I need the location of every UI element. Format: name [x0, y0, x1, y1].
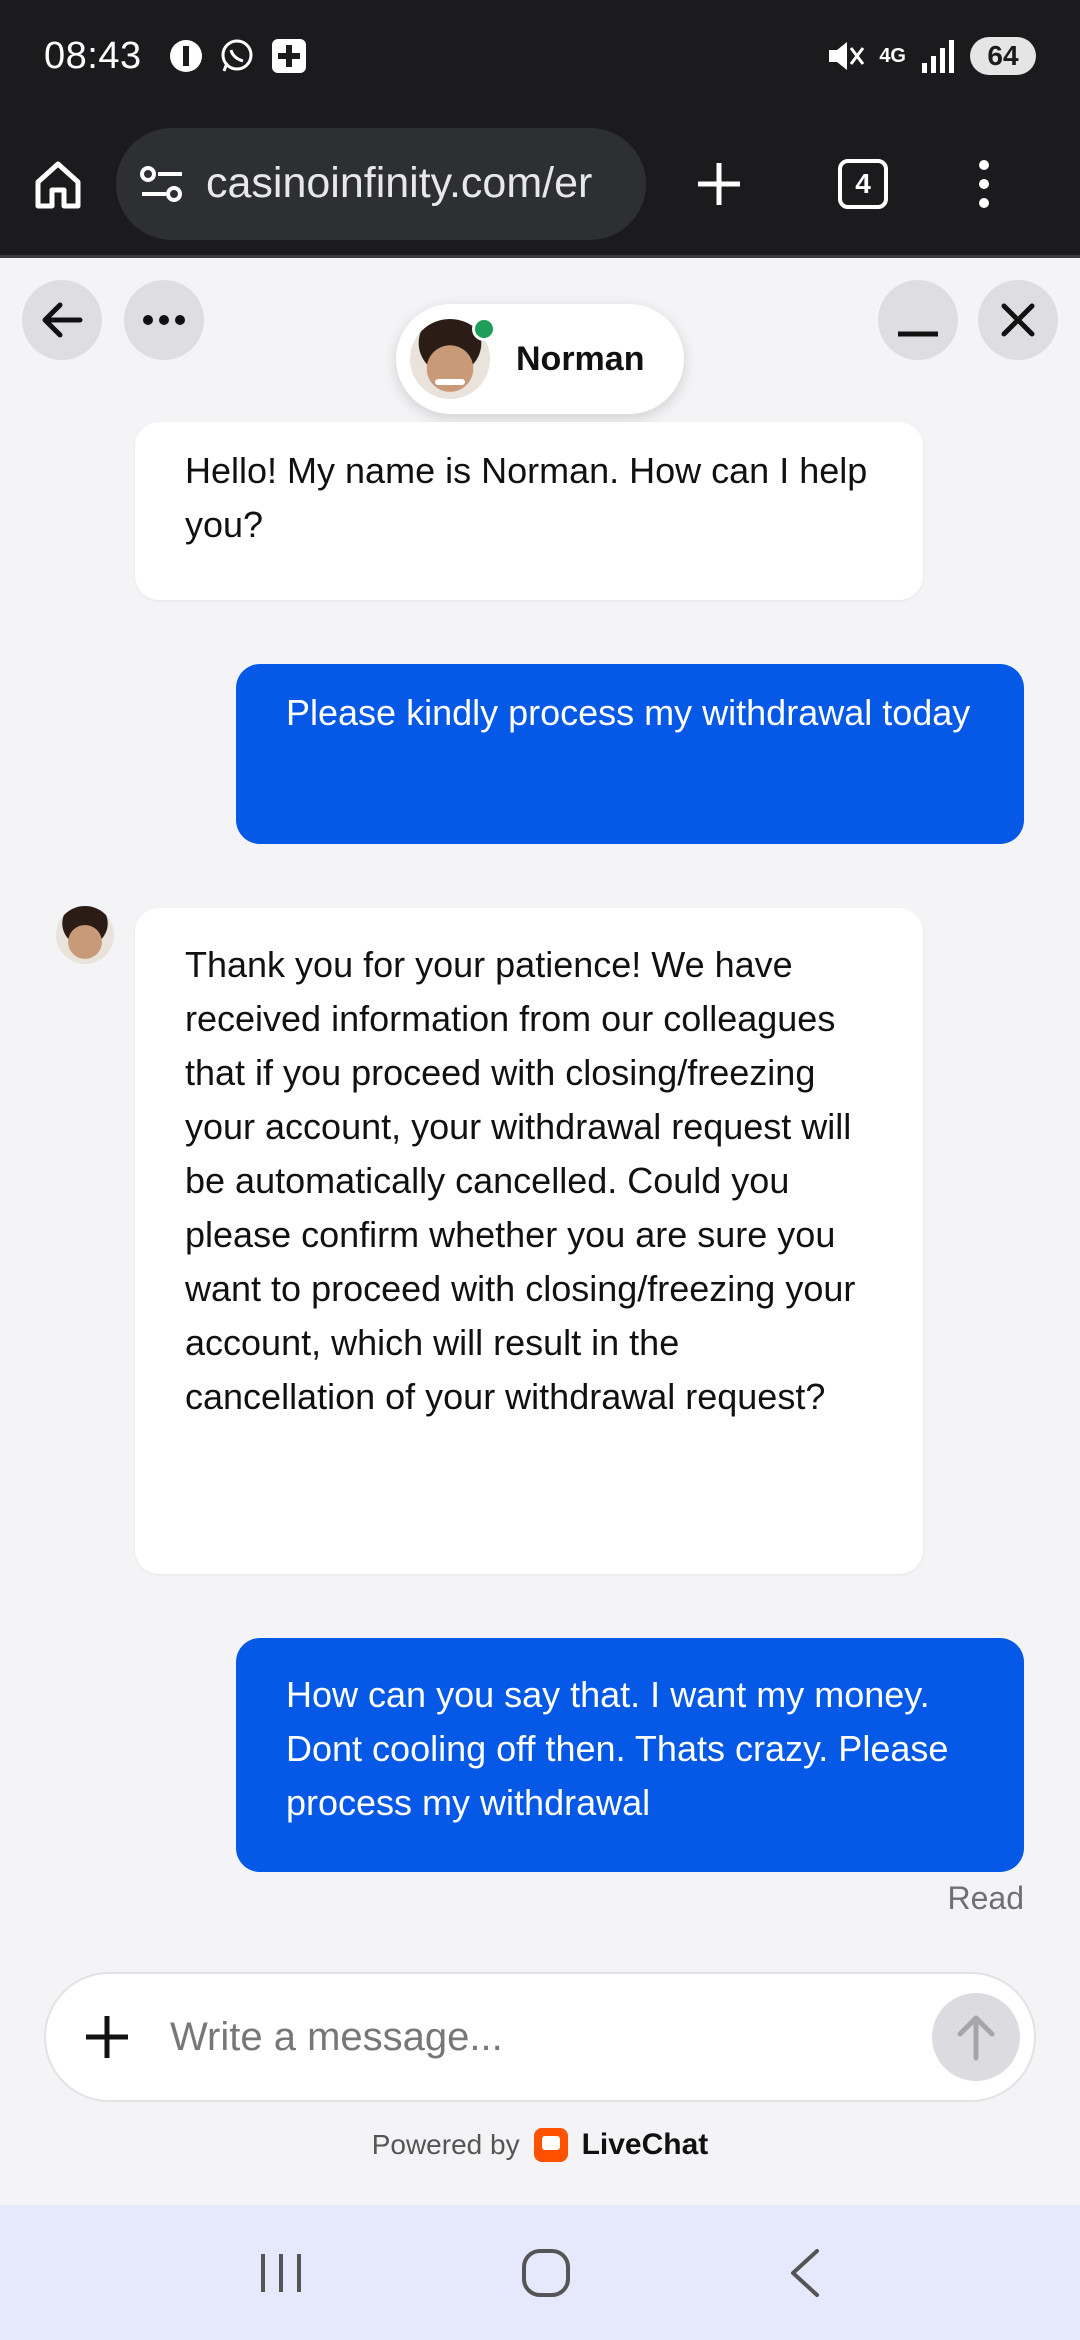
- user-message: Please kindly process my withdrawal toda…: [236, 664, 1024, 844]
- minimize-icon: [898, 331, 938, 337]
- url-text: casinoinfinity.com/er: [206, 159, 593, 207]
- tab-switcher-button[interactable]: 4: [838, 158, 888, 209]
- livechat-logo-icon: [533, 2128, 568, 2162]
- more-vert-icon: [979, 159, 989, 208]
- home-circle-icon: [521, 2248, 570, 2297]
- mute-icon: [829, 42, 865, 70]
- arrow-up-icon: [957, 2015, 995, 2061]
- arrow-left-icon: [42, 302, 83, 338]
- read-receipt: Read: [947, 1880, 1025, 1916]
- new-tab-button[interactable]: [694, 159, 744, 209]
- recents-button[interactable]: [257, 2250, 305, 2296]
- status-time: 08:43: [44, 34, 142, 77]
- livechat-brand: LiveChat: [581, 2128, 709, 2161]
- recents-icon: [261, 2253, 302, 2292]
- more-horiz-icon: [143, 315, 185, 325]
- agent-message: Hello! My name is Norman. How can I help…: [135, 422, 923, 600]
- back-button[interactable]: [22, 280, 102, 360]
- battery-indicator: 64: [970, 37, 1036, 75]
- system-nav-bar: [0, 2205, 1080, 2340]
- agent-header: Norman: [396, 304, 684, 414]
- close-icon: [1001, 303, 1035, 337]
- home-icon: [35, 161, 81, 208]
- agent-message-avatar: [56, 906, 114, 964]
- online-status-dot: [472, 317, 496, 341]
- status-bar: 08:43 4G 64: [0, 0, 1080, 112]
- home-button[interactable]: [30, 156, 86, 212]
- agent-message: Thank you for your patience! We have rec…: [135, 908, 923, 1574]
- browser-menu-button[interactable]: [974, 159, 994, 209]
- minimize-button[interactable]: [878, 280, 958, 360]
- agent-name: Norman: [516, 339, 645, 378]
- plus-icon: [86, 2016, 128, 2058]
- vpn-icon: [169, 40, 202, 72]
- address-bar[interactable]: casinoinfinity.com/er: [116, 127, 646, 240]
- powered-by[interactable]: Powered by LiveChat: [0, 2128, 1080, 2162]
- browser-toolbar: casinoinfinity.com/er 4: [0, 112, 1080, 258]
- chat-options-button[interactable]: [124, 280, 204, 360]
- close-chat-button[interactable]: [978, 280, 1058, 360]
- home-nav-button[interactable]: [520, 2247, 572, 2299]
- message-input[interactable]: [170, 2014, 932, 2060]
- site-settings-icon[interactable]: [138, 164, 186, 204]
- system-icons: 4G 64: [825, 37, 1036, 75]
- user-message: How can you say that. I want my money. D…: [236, 1638, 1024, 1872]
- message-composer: [44, 1972, 1036, 2102]
- plus-icon: [698, 162, 740, 205]
- send-button[interactable]: [932, 1993, 1020, 2081]
- network-type: 4G: [879, 45, 906, 67]
- notification-icons: [168, 37, 308, 75]
- medical-app-icon: [271, 39, 306, 73]
- back-nav-button[interactable]: [787, 2247, 823, 2299]
- chevron-left-icon: [790, 2248, 819, 2297]
- whatsapp-icon: [221, 39, 253, 72]
- attach-button[interactable]: [82, 2012, 132, 2062]
- signal-icon: [922, 40, 954, 73]
- agent-avatar: [410, 317, 496, 399]
- powered-by-label: Powered by: [371, 2129, 520, 2160]
